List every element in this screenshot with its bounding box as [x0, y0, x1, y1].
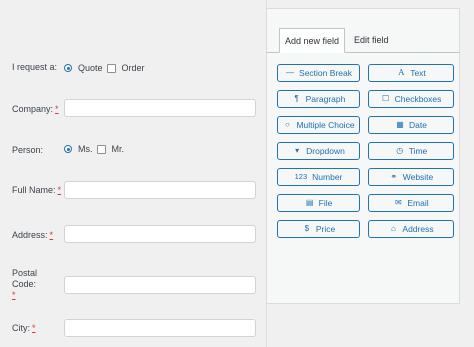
- add-date-button[interactable]: ▦ Date: [368, 116, 454, 134]
- order-checkbox[interactable]: [106, 63, 116, 73]
- full-name-label: Full Name: *: [12, 185, 62, 195]
- button-label: File: [318, 198, 333, 208]
- button-label: Price: [315, 224, 336, 234]
- button-label: Dropdown: [306, 146, 345, 156]
- file-icon: ▤: [305, 198, 314, 207]
- request-type-label: I request a:: [12, 62, 58, 72]
- add-number-button[interactable]: 123 Number: [277, 168, 360, 186]
- clock-icon: ◷: [396, 146, 404, 155]
- add-multiple-choice-button[interactable]: ○ Multiple Choice: [277, 116, 360, 134]
- button-label: Text: [410, 68, 426, 78]
- button-label: Section Break: [299, 68, 352, 78]
- minus-icon: —: [286, 68, 295, 77]
- quote-radio[interactable]: [64, 64, 72, 72]
- radio-icon: ○: [285, 120, 290, 129]
- caret-down-icon: ▾: [295, 146, 300, 155]
- button-label: Email: [407, 198, 429, 208]
- add-email-button[interactable]: ✉ Email: [368, 194, 454, 212]
- ms-radio[interactable]: [64, 145, 72, 153]
- city-label: City: *: [12, 323, 36, 333]
- tab-edit-field[interactable]: Edit field: [354, 35, 389, 46]
- required-marker: *: [32, 323, 36, 333]
- required-marker: *: [49, 230, 54, 240]
- request-form: I request a: Quote Order Company: * Perso…: [0, 0, 266, 347]
- required-marker: *: [57, 185, 62, 195]
- number-icon: 123: [294, 172, 308, 181]
- button-label: Address: [402, 224, 434, 234]
- postal-code-label: Postal Code: *: [12, 268, 38, 300]
- add-dropdown-button[interactable]: ▾ Dropdown: [277, 142, 360, 160]
- mr-option-label[interactable]: Mr.: [112, 144, 125, 154]
- checkbox-icon: ☐: [382, 94, 390, 103]
- button-label: Time: [408, 146, 428, 156]
- add-address-button[interactable]: ⌂ Address: [368, 220, 454, 238]
- button-label: Multiple Choice: [296, 120, 355, 130]
- calendar-icon: ▦: [396, 120, 404, 129]
- envelope-icon: ✉: [395, 198, 402, 207]
- request-type-options: Quote Order: [64, 63, 145, 73]
- company-field[interactable]: [64, 99, 256, 117]
- dollar-icon: $: [304, 224, 310, 233]
- address-label: Address: *: [12, 230, 54, 240]
- button-label: Website: [402, 172, 434, 182]
- ms-option-label[interactable]: Ms.: [78, 144, 93, 154]
- person-label: Person:: [12, 145, 44, 155]
- button-label: Number: [312, 172, 343, 182]
- order-option-label[interactable]: Order: [122, 63, 145, 73]
- add-website-button[interactable]: ⚭ Website: [368, 168, 454, 186]
- paragraph-icon: ¶: [294, 94, 299, 103]
- mr-checkbox[interactable]: [96, 144, 106, 154]
- button-label: Date: [409, 120, 427, 130]
- add-paragraph-button[interactable]: ¶ Paragraph: [277, 90, 360, 108]
- full-name-field[interactable]: [64, 181, 256, 199]
- add-file-button[interactable]: ▤ File: [277, 194, 360, 212]
- city-field[interactable]: [64, 319, 256, 337]
- add-price-button[interactable]: $ Price: [277, 220, 360, 238]
- address-field[interactable]: [64, 225, 256, 243]
- add-text-button[interactable]: A Text: [368, 64, 454, 82]
- quote-option-label[interactable]: Quote: [78, 63, 103, 73]
- add-time-button[interactable]: ◷ Time: [368, 142, 454, 160]
- link-icon: ⚭: [390, 172, 398, 181]
- required-marker: *: [12, 290, 16, 300]
- required-marker: *: [55, 104, 59, 114]
- company-label: Company: *: [12, 104, 59, 114]
- add-section-break-button[interactable]: — Section Break: [277, 64, 360, 82]
- postal-code-field[interactable]: [64, 276, 256, 294]
- home-icon: ⌂: [390, 224, 396, 233]
- button-label: Paragraph: [305, 94, 346, 104]
- add-checkboxes-button[interactable]: ☐ Checkboxes: [368, 90, 454, 108]
- person-options: Ms. Mr.: [64, 144, 124, 154]
- text-icon: A: [398, 68, 405, 77]
- tab-add-new-field[interactable]: Add new field: [279, 28, 345, 53]
- button-label: Checkboxes: [394, 94, 442, 104]
